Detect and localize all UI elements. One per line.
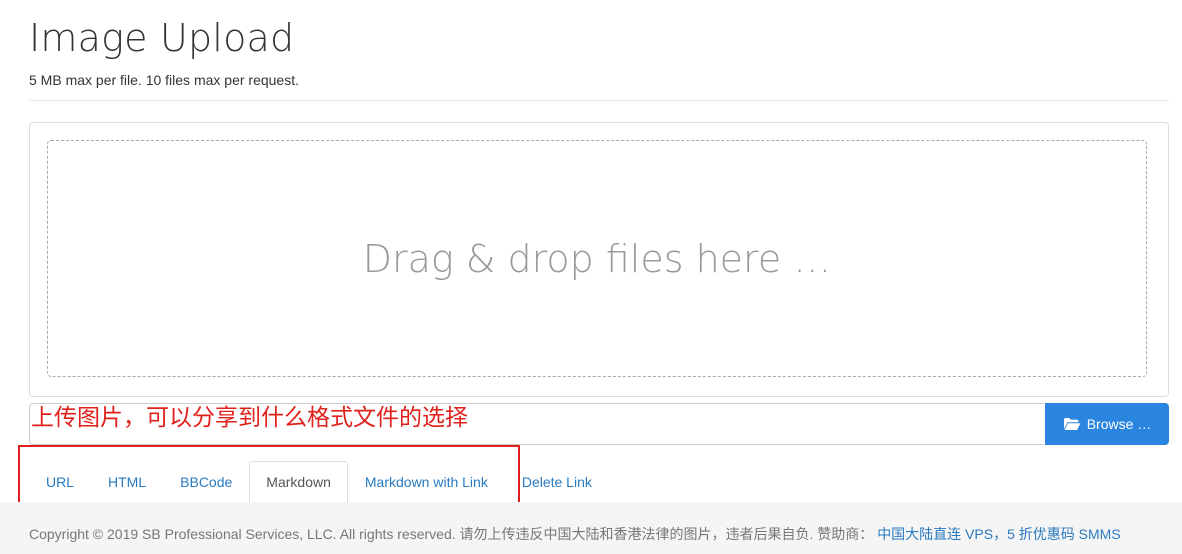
- sponsor-link[interactable]: 中国大陆直连 VPS，5 折优惠码 SMMS: [877, 526, 1120, 542]
- annotation-text: 上传图片，可以分享到什么格式文件的选择: [31, 405, 468, 431]
- browse-button[interactable]: Browse …: [1045, 403, 1169, 445]
- upload-panel: Drag & drop files here …: [29, 122, 1169, 397]
- drop-zone[interactable]: Drag & drop files here …: [47, 140, 1147, 377]
- drop-zone-label: Drag & drop files here …: [362, 236, 832, 281]
- folder-open-icon: [1063, 418, 1081, 430]
- browse-button-label: Browse …: [1086, 416, 1152, 432]
- divider: [29, 100, 1169, 101]
- upload-limits-text: 5 MB max per file. 10 files max per requ…: [29, 72, 299, 88]
- page-title: Image Upload: [29, 16, 295, 60]
- footer-copyright: Copyright © 2019 SB Professional Service…: [29, 526, 874, 542]
- footer-text: Copyright © 2019 SB Professional Service…: [29, 524, 1121, 544]
- footer: Copyright © 2019 SB Professional Service…: [0, 502, 1182, 554]
- tab-delete-link[interactable]: Delete Link: [505, 461, 609, 502]
